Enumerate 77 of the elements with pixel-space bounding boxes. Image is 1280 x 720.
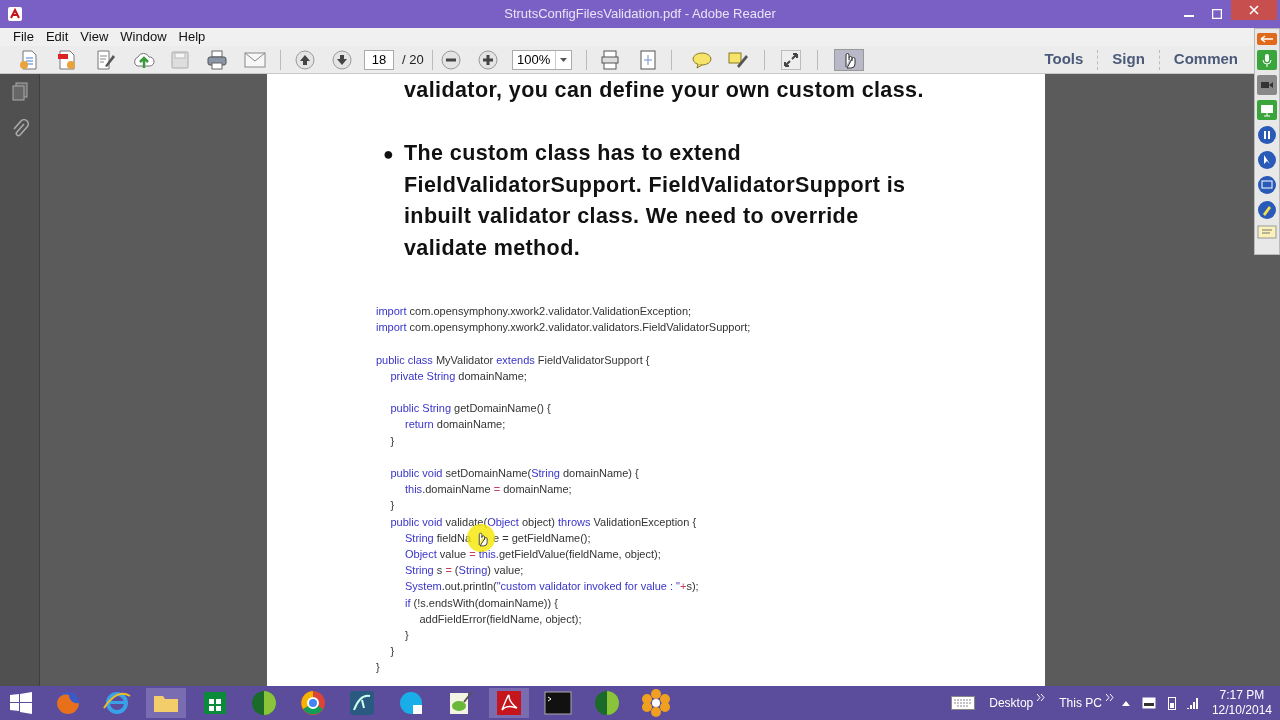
comment-icon[interactable] [691, 50, 712, 69]
back-arrow-icon[interactable] [1257, 33, 1277, 45]
zoom-out-icon[interactable] [440, 49, 461, 70]
menu-item[interactable]: View [74, 27, 115, 47]
page-total: / 20 [402, 50, 424, 69]
app-icon [7, 6, 23, 22]
code-line: } [405, 628, 409, 643]
menu-item[interactable]: File [7, 27, 40, 47]
zoom-in-icon[interactable] [477, 49, 498, 70]
code-line: } [390, 433, 395, 449]
code-line: private String domainName; [390, 368, 527, 384]
code-line: Object value = this.getFieldValue(fieldName, object); [405, 547, 661, 562]
page-number-field[interactable]: 18 [364, 49, 394, 70]
window-icon[interactable] [1141, 697, 1156, 709]
folder-icon[interactable] [146, 688, 186, 718]
code-line: } [390, 498, 395, 514]
highlight-pen-icon[interactable] [727, 50, 748, 69]
code-line: String s = (String) value; [405, 563, 524, 579]
code-line: } [390, 644, 395, 660]
paragraph: validator, you can define your own custom class. [404, 77, 925, 104]
toolbar-label[interactable]: Desktop [989, 694, 1034, 712]
code-line: return domainName; [405, 417, 506, 433]
panel-tab[interactable]: Sign [1098, 48, 1159, 71]
menu-item[interactable]: Window [114, 27, 173, 47]
clock-date[interactable]: 12/10/2014 [1211, 703, 1272, 718]
video-camera-icon[interactable] [1257, 75, 1277, 95]
acrobat-icon[interactable] [489, 688, 529, 718]
code-line: public String getDomainName() { [390, 401, 551, 417]
code-line: } [376, 660, 380, 676]
fit-page-icon[interactable] [638, 49, 657, 70]
hand-tool-icon[interactable] [833, 48, 864, 71]
edit-document-icon[interactable] [94, 48, 116, 71]
maximize-icon [1212, 9, 1222, 19]
next-page-icon[interactable] [332, 49, 352, 70]
screen-share-icon[interactable] [1257, 100, 1277, 120]
pointer-icon[interactable] [1257, 150, 1277, 170]
code-line: public class MyValidator extends FieldValidatorSupport { [376, 352, 650, 368]
chevron-icon[interactable] [1037, 694, 1046, 701]
code-line: this.domainName = domainName; [405, 482, 572, 498]
caret-up-icon[interactable] [1121, 700, 1130, 706]
code-line: public void validate(Object object) throws ValidationException { [390, 514, 697, 530]
panel-tab[interactable]: Commen [1159, 48, 1252, 71]
highlighter-icon[interactable] [1257, 200, 1277, 220]
display-icon[interactable] [1257, 175, 1277, 195]
close-icon [1249, 5, 1259, 15]
code-line: addFieldError(fieldName, object); [419, 611, 582, 627]
caret-icon [559, 57, 567, 62]
keyboard-icon[interactable] [951, 696, 976, 710]
start-icon[interactable] [10, 692, 32, 714]
panel-tab[interactable]: Tools [1030, 48, 1098, 71]
email-icon[interactable] [244, 51, 266, 68]
menu-item[interactable]: Help [172, 27, 212, 47]
close-button[interactable] [1231, 0, 1277, 20]
paragraph: The custom class has to extend FieldValidatorSupport. FieldValidatorSupport is inbuilt validator class. We need to override validate method. [404, 140, 907, 262]
print-icon[interactable] [206, 48, 228, 71]
code-line: if (!s.endsWith(domainName)) { [405, 595, 558, 611]
battery-icon[interactable] [1167, 696, 1176, 710]
code-line: System.out.println("custom validator invoked for value : "+s); [405, 579, 699, 595]
full-screen-icon[interactable] [780, 49, 801, 70]
signal-icon[interactable] [1185, 697, 1198, 709]
clock-time[interactable]: 7:17 PM [1219, 688, 1265, 703]
microphone-icon[interactable] [1257, 50, 1277, 70]
code-line: public void setDomainName(String domainName) { [390, 466, 639, 481]
toolbar-label[interactable]: This PC [1059, 694, 1102, 712]
pause-icon[interactable] [1257, 125, 1277, 145]
pages-panel-icon[interactable] [10, 82, 29, 102]
zoom-dropdown[interactable]: 100% [511, 49, 572, 70]
window-title: StrutsConfigFilesValidation.pdf - Adobe Reader [504, 5, 776, 24]
code-line: import com.opensymphony.xwork2.validator.ValidationException; [376, 304, 692, 319]
fit-width-icon[interactable] [600, 49, 619, 70]
code-line: import com.opensymphony.xwork2.validator.validators.FieldValidatorSupport; [376, 320, 751, 336]
attachment-icon[interactable] [10, 118, 29, 138]
bullet-marker: ● [383, 143, 395, 166]
previous-page-icon[interactable] [295, 49, 315, 70]
menu-item[interactable]: Edit [39, 27, 75, 47]
chevron-icon[interactable] [1105, 694, 1114, 701]
create-pdf-icon[interactable] [56, 48, 78, 71]
